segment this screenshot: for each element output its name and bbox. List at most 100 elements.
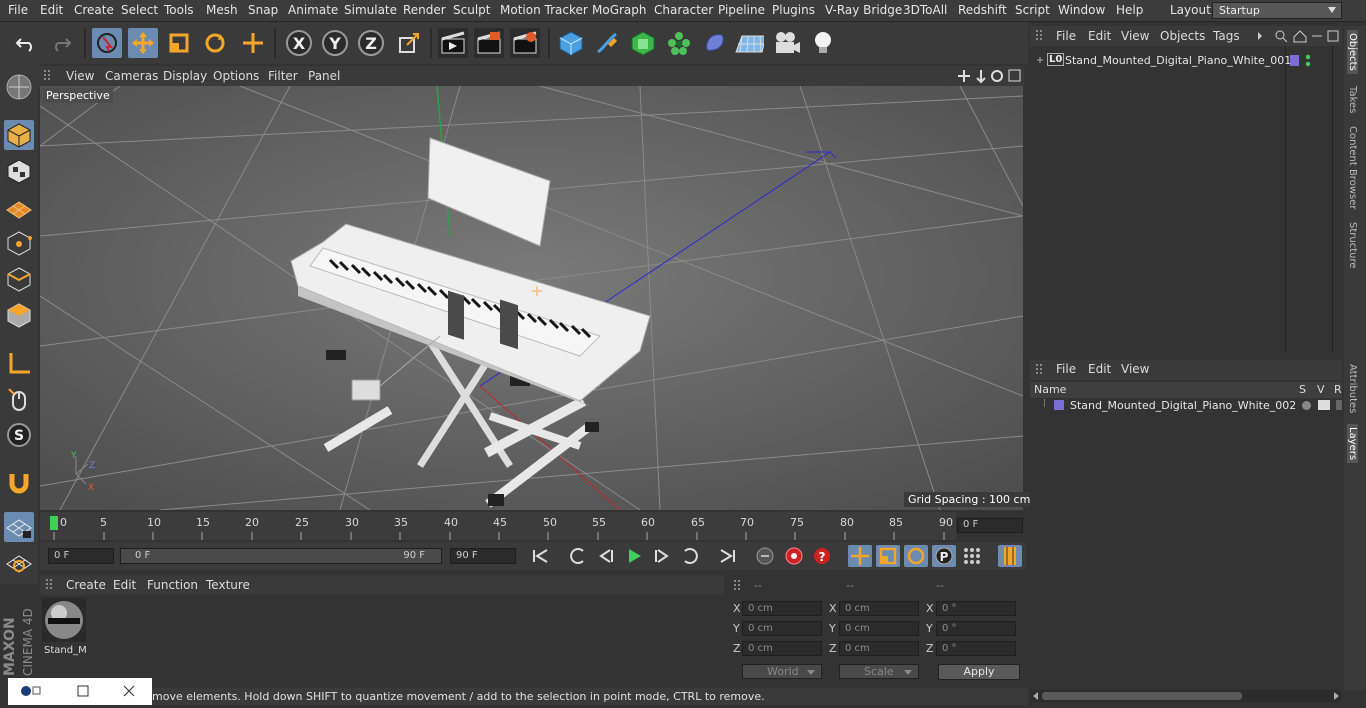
viewport-menu-cameras[interactable]: Cameras: [105, 69, 158, 83]
key-position-button[interactable]: [848, 545, 872, 567]
go-to-end-button[interactable]: [716, 545, 740, 567]
cloner-button[interactable]: [664, 28, 694, 58]
objects-menu-objects[interactable]: Objects: [1160, 29, 1205, 43]
rotation-p-field[interactable]: 0 °: [936, 621, 1016, 636]
layers-menu-view[interactable]: View: [1121, 362, 1149, 376]
render-settings-button[interactable]: [510, 28, 540, 58]
cube-button[interactable]: [556, 28, 586, 58]
key-scale-button[interactable]: [876, 545, 900, 567]
position-z-field[interactable]: 0 cm: [742, 641, 822, 656]
layers-menu-file[interactable]: File: [1056, 362, 1076, 376]
autokeying-button[interactable]: [782, 545, 806, 567]
model-mode-button[interactable]: [4, 120, 34, 150]
key-parameter-button[interactable]: P: [932, 545, 956, 567]
snapping-button[interactable]: S: [4, 420, 34, 450]
objects-toolbar-icons[interactable]: [1256, 30, 1340, 43]
material-item[interactable]: Stand_M: [42, 598, 87, 656]
rotation-h-field[interactable]: 0 °: [936, 601, 1016, 616]
objects-menu-file[interactable]: File: [1056, 29, 1076, 43]
current-frame-marker[interactable]: [50, 516, 58, 530]
edges-mode-button[interactable]: [4, 264, 34, 294]
maximize-icon[interactable]: [77, 685, 89, 697]
rotation-b-field[interactable]: 0 °: [936, 641, 1016, 656]
rotate-button[interactable]: [200, 28, 230, 58]
menu-window[interactable]: Window: [1058, 3, 1105, 17]
layer-name[interactable]: Stand_Mounted_Digital_Piano_White_002: [1070, 399, 1296, 412]
render-toggle[interactable]: [1336, 400, 1342, 410]
menu-render[interactable]: Render: [403, 3, 446, 17]
make-editable-button[interactable]: [4, 72, 34, 102]
menu-motion-tracker[interactable]: Motion Tracker: [500, 3, 588, 17]
viewport-menu-view[interactable]: View: [66, 69, 94, 83]
go-to-start-button[interactable]: [528, 545, 552, 567]
workplane-button[interactable]: [4, 192, 34, 222]
key-rotation-button[interactable]: [904, 545, 928, 567]
tab-structure[interactable]: Structure: [1347, 222, 1358, 269]
next-key-button[interactable]: [678, 545, 702, 567]
floor-button[interactable]: [734, 28, 764, 58]
menu-sculpt[interactable]: Sculpt: [453, 3, 490, 17]
redo-button[interactable]: [46, 28, 76, 58]
tab-content-browser[interactable]: Content Browser: [1347, 126, 1358, 209]
objects-menu-tags[interactable]: Tags: [1213, 29, 1240, 43]
key-pla-button[interactable]: [960, 545, 984, 567]
viewport-menu-panel[interactable]: Panel: [308, 69, 340, 83]
tab-takes[interactable]: Takes: [1347, 86, 1358, 113]
object-row[interactable]: L0 Stand_Mounted_Digital_Piano_White_001: [1034, 53, 1291, 69]
layer-row[interactable]: Stand_Mounted_Digital_Piano_White_002: [1034, 398, 1342, 414]
expand-icon[interactable]: [1034, 54, 1046, 66]
scrollbar-thumb[interactable]: [1042, 692, 1242, 700]
pen-button[interactable]: [592, 28, 622, 58]
viewport-menu-filter[interactable]: Filter: [268, 69, 298, 83]
y-axis-button[interactable]: Y: [320, 28, 350, 58]
menu-select[interactable]: Select: [121, 3, 158, 17]
scale-button[interactable]: [164, 28, 194, 58]
workplane-snap-button[interactable]: [4, 548, 34, 578]
viewport-nav-icons[interactable]: [956, 68, 1022, 84]
objects-menu-edit[interactable]: Edit: [1088, 29, 1111, 43]
object-name[interactable]: Stand_Mounted_Digital_Piano_White_001: [1065, 54, 1291, 67]
light-button[interactable]: [808, 28, 838, 58]
magnet-button[interactable]: [4, 468, 34, 498]
lock-workplane-button[interactable]: [4, 512, 34, 542]
size-x-field[interactable]: 0 cm: [839, 601, 919, 616]
tab-attributes[interactable]: Attributes: [1347, 364, 1358, 413]
previous-frame-button[interactable]: [594, 545, 618, 567]
deformer-button[interactable]: [700, 28, 730, 58]
render-view-button[interactable]: [438, 28, 468, 58]
apply-button[interactable]: Apply: [938, 664, 1020, 680]
position-y-field[interactable]: 0 cm: [742, 621, 822, 636]
current-frame-field[interactable]: 0 F: [957, 518, 1023, 533]
undo-button[interactable]: [11, 28, 41, 58]
end-frame-field[interactable]: 90 F: [450, 548, 516, 564]
menu-mesh[interactable]: Mesh: [206, 3, 238, 17]
layer-color-tag[interactable]: [1290, 55, 1299, 66]
menu-3dtoall[interactable]: 3DToAll: [903, 3, 947, 17]
menu-edit[interactable]: Edit: [40, 3, 63, 17]
material-menu-create[interactable]: Create: [66, 578, 106, 592]
column-name[interactable]: Name: [1034, 383, 1066, 396]
viewport-menu-options[interactable]: Options: [213, 69, 259, 83]
play-button[interactable]: [622, 545, 646, 567]
column-s[interactable]: S: [1299, 383, 1306, 396]
viewport-perspective[interactable]: Y Z X: [40, 86, 1023, 510]
texture-mode-button[interactable]: [4, 156, 34, 186]
move-button[interactable]: [128, 28, 158, 58]
menu-vray-bridge[interactable]: V-Ray Bridge: [825, 3, 902, 17]
position-x-field[interactable]: 0 cm: [742, 601, 822, 616]
material-menu-function[interactable]: Function: [147, 578, 198, 592]
menu-simulate[interactable]: Simulate: [344, 3, 397, 17]
solo-toggle[interactable]: [1302, 401, 1311, 410]
menu-mograph[interactable]: MoGraph: [592, 3, 647, 17]
menu-create[interactable]: Create: [74, 3, 114, 17]
column-v[interactable]: V: [1317, 383, 1325, 396]
eye-icon[interactable]: [1318, 400, 1330, 410]
axis-mode-button[interactable]: [4, 348, 34, 378]
column-r[interactable]: R: [1334, 383, 1342, 396]
x-axis-button[interactable]: X: [284, 28, 314, 58]
layer-color-swatch[interactable]: [1054, 400, 1064, 410]
menu-pipeline[interactable]: Pipeline: [718, 3, 765, 17]
layout-select[interactable]: Startup: [1212, 2, 1342, 19]
tab-layers[interactable]: Layers: [1347, 424, 1358, 464]
timeline-button[interactable]: [998, 545, 1022, 567]
